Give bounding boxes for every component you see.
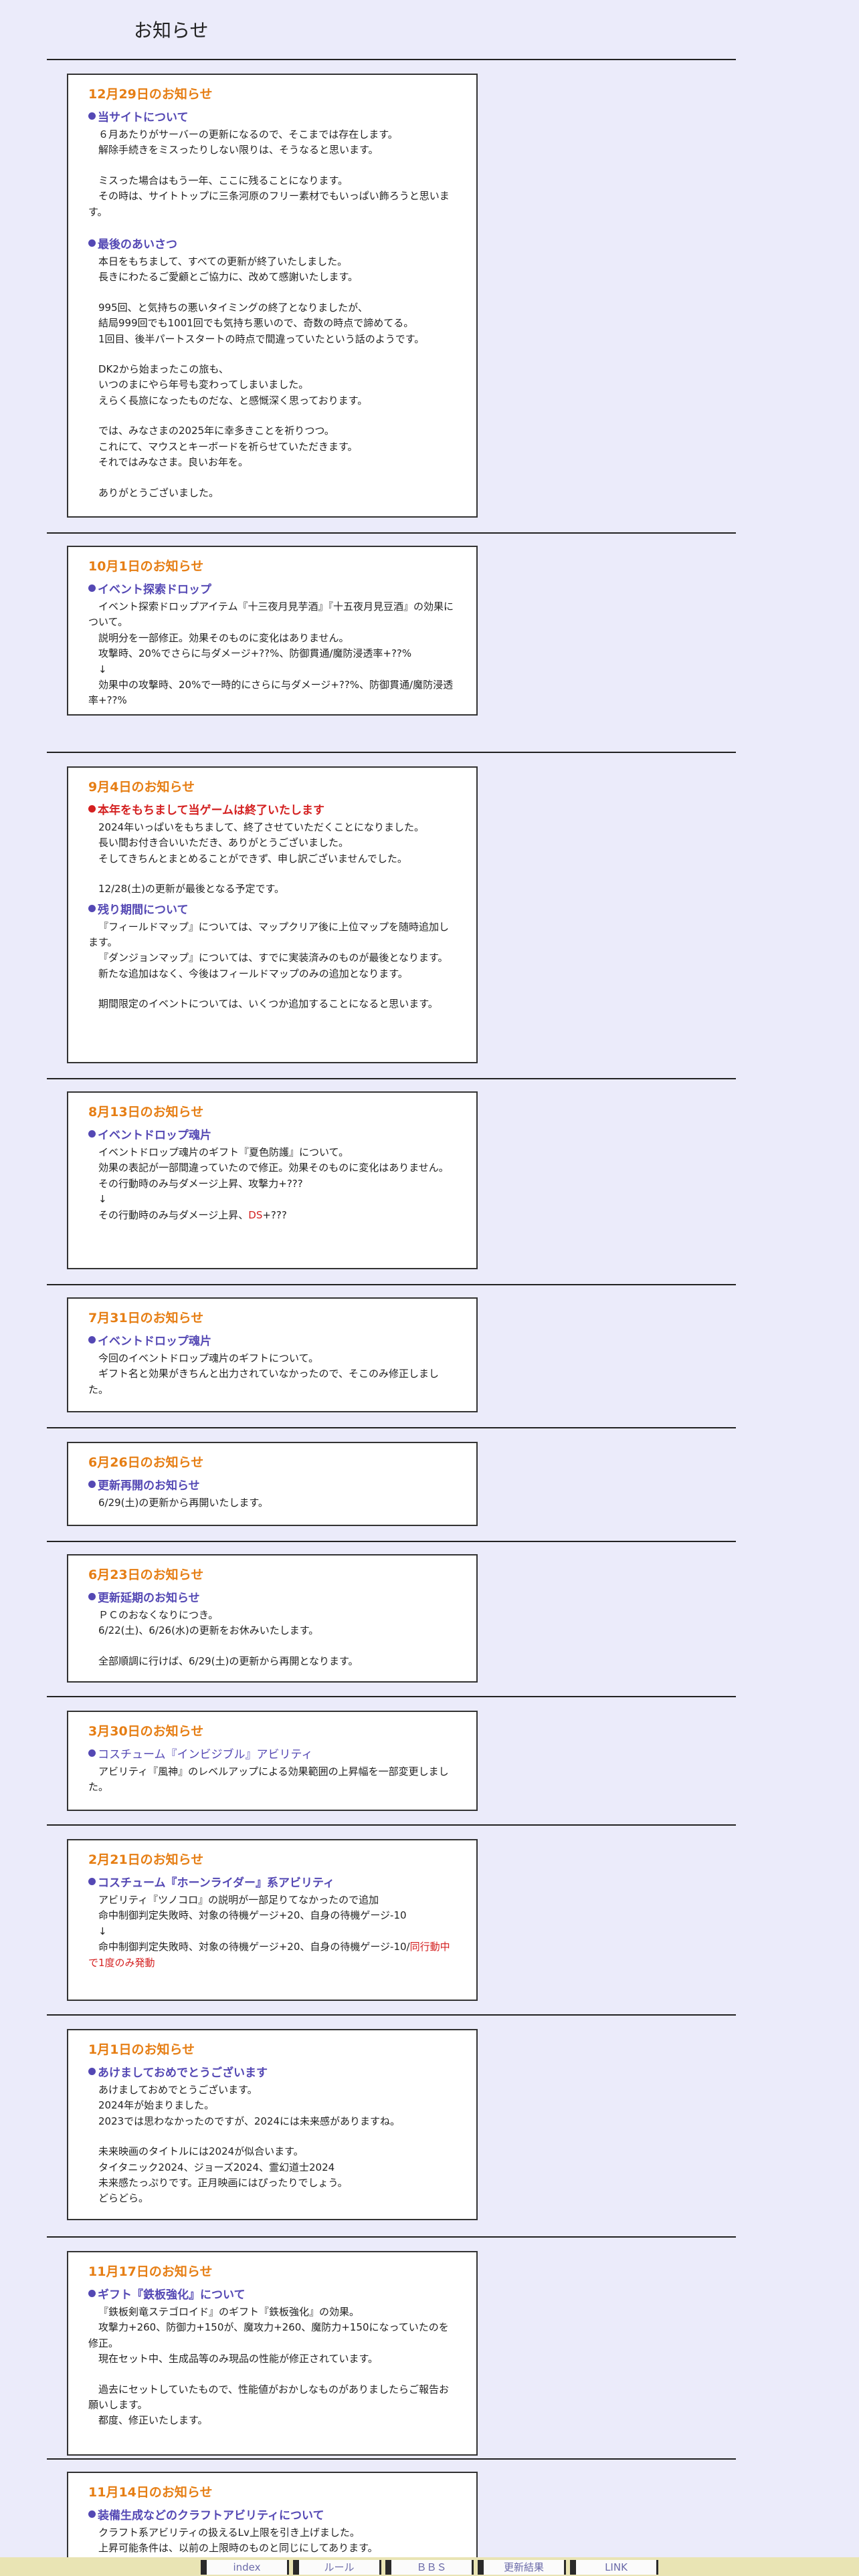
news-item-1229: 12月29日のお知らせ 当サイトについて ６月あたりがサーバーの更新になるので、… xyxy=(67,74,478,518)
news-paragraph: イベントドロップ魂片のギフト『夏色防護』について。 効果の表記が一部間違っていた… xyxy=(98,1146,449,1221)
news-paragraph: 995回、と気持ちの悪いタイミングの終了となりましたが、 結局999回でも100… xyxy=(98,301,425,345)
news-heading: 当サイトについて xyxy=(88,108,456,124)
news-item-0221: 2月21日のお知らせ コスチューム『ホーンライダー』系アビリティ アビリティ『ツ… xyxy=(67,1839,478,2001)
news-heading: ギフト『鉄板強化』について xyxy=(88,2285,456,2302)
news-date: 11月17日のお知らせ xyxy=(88,2264,213,2279)
news-item-0813: 8月13日のお知らせ イベントドロップ魂片 イベントドロップ魂片のギフト『夏色防… xyxy=(67,1091,478,1269)
bullet-icon xyxy=(88,2290,96,2297)
news-date: 7月31日のお知らせ xyxy=(88,1311,204,1325)
news-date: 3月30日のお知らせ xyxy=(88,1724,204,1739)
bullet-icon xyxy=(88,1130,96,1138)
news-paragraph: 『フィールドマップ』については、マップクリア後に上位マップを随時追加します。 『… xyxy=(88,920,449,980)
bullet-icon xyxy=(88,584,96,592)
separator xyxy=(47,532,736,534)
news-item-1001: 10月1日のお知らせ イベント探索ドロップ イベント探索ドロップアイテム『十三夜… xyxy=(67,546,478,716)
news-heading: イベント探索ドロップ xyxy=(88,580,456,597)
news-item-0330: 3月30日のお知らせ コスチューム『インビジブル』アビリティ アビリティ『風神』… xyxy=(67,1711,478,1811)
bullet-icon xyxy=(88,904,96,912)
news-date: 9月4日のお知らせ xyxy=(88,780,195,794)
news-date: 1月1日のお知らせ xyxy=(88,2042,195,2057)
news-date: 8月13日のお知らせ xyxy=(88,1105,204,1119)
separator xyxy=(47,59,736,60)
news-heading: 最後のあいさつ xyxy=(88,235,456,251)
news-date: 2月21日のお知らせ xyxy=(88,1852,204,1867)
bullet-icon xyxy=(88,1878,96,1885)
news-date: 6月26日のお知らせ xyxy=(88,1455,204,1470)
news-paragraph: クラフト系アビリティの扱えるLv上限を引き上げました。 上昇可能条件は、以前の上… xyxy=(98,2527,378,2555)
separator xyxy=(47,2458,736,2460)
news-date: 10月1日のお知らせ xyxy=(88,559,204,574)
bullet-icon xyxy=(88,239,96,247)
separator xyxy=(47,1078,736,1079)
bullet-icon xyxy=(88,1749,96,1757)
news-paragraph: DK2から始まったこの旅も、 いつのまにやら年号も変わってしまいました。 えらく… xyxy=(98,363,368,407)
news-heading: コスチューム『インビジブル』アビリティ xyxy=(88,1745,456,1761)
news-paragraph: ６月あたりがサーバーの更新になるので、そこまでは存在します。 解除手続きをミスっ… xyxy=(98,128,398,156)
news-paragraph: 本日をもちまして、すべての更新が終了いたしました。 長きにわたるご愛顧とご協力に… xyxy=(98,255,359,284)
bullet-icon xyxy=(88,1481,96,1488)
news-item-1117: 11月17日のお知らせ ギフト『鉄板強化』について 『鉄板剣竜ステゴロイド』のギ… xyxy=(67,2251,478,2456)
news-heading: イベントドロップ魂片 xyxy=(88,1331,456,1348)
page-title: お知らせ xyxy=(134,19,209,41)
bullet-icon xyxy=(88,112,96,120)
news-paragraph: 期間限定のイベントについては、いくつか追加することになると思います。 xyxy=(98,998,438,1010)
news-paragraph: あけましておめでとうございます。 2024年が始まりました。 2023では思わな… xyxy=(98,2084,401,2127)
news-heading: 装備生成などのクラフトアビリティについて xyxy=(88,2506,456,2523)
separator xyxy=(47,2014,736,2016)
nav-update-results[interactable]: 更新結果 xyxy=(478,2560,566,2575)
news-paragraph: アビリティ『風神』のレベルアップによる効果範囲の上昇幅を一部変更しました。 xyxy=(88,1765,449,1794)
news-heading: イベントドロップ魂片 xyxy=(88,1125,456,1142)
bullet-icon xyxy=(88,2068,96,2075)
news-date: 6月23日のお知らせ xyxy=(88,1568,204,1582)
news-heading: 残り期間について xyxy=(88,900,456,917)
news-item-0101: 1月1日のお知らせ あけましておめでとうございます あけましておめでとうございま… xyxy=(67,2029,478,2220)
nav-bbs[interactable]: ＢＢＳ xyxy=(385,2560,474,2575)
bullet-icon xyxy=(88,1593,96,1600)
news-heading: 更新延期のお知らせ xyxy=(88,1588,456,1605)
news-heading: 本年をもちまして当ゲームは終了いたします xyxy=(88,800,456,817)
separator xyxy=(47,1284,736,1285)
news-item-0731: 7月31日のお知らせ イベントドロップ魂片 今回のイベントドロップ魂片のギフトに… xyxy=(67,1297,478,1412)
separator xyxy=(47,1824,736,1826)
nav-index[interactable]: index xyxy=(201,2560,289,2575)
news-paragraph: イベント探索ドロップアイテム『十三夜月見芋酒』『十五夜月見豆酒』の効果について。… xyxy=(88,601,454,707)
bullet-icon xyxy=(88,805,96,813)
separator xyxy=(47,1427,736,1428)
separator xyxy=(47,1541,736,1542)
news-paragraph: 12/28(土)の更新が最後となる予定です。 xyxy=(98,883,284,895)
news-paragraph: 2024年いっぱいをもちまして、終了させていただくことになりました。 長い間お付… xyxy=(98,821,424,865)
news-paragraph: ミスった場合はもう一年、ここに残ることになります。 その時は、サイトトップに三条… xyxy=(88,174,450,218)
news-heading: あけましておめでとうございます xyxy=(88,2063,456,2080)
news-paragraph: ありがとうございました。 xyxy=(98,486,219,499)
bullet-icon xyxy=(88,1336,96,1344)
news-item-0626: 6月26日のお知らせ 更新再開のお知らせ 6/29(土)の更新から再開いたします… xyxy=(67,1442,478,1526)
nav-link[interactable]: LINK xyxy=(570,2560,658,2575)
news-date: 12月29日のお知らせ xyxy=(88,87,213,102)
separator xyxy=(47,2236,736,2238)
separator xyxy=(47,752,736,753)
bullet-icon xyxy=(88,2510,96,2518)
news-date: 11月14日のお知らせ xyxy=(88,2485,213,2500)
news-paragraph: 全部順調に行けば、6/29(土)の更新から再開となります。 xyxy=(98,1654,359,1667)
news-paragraph: 『鉄板剣竜ステゴロイド』のギフト『鉄板強化』の効果。 攻撃力+260、防御力+1… xyxy=(88,2306,449,2365)
news-item-0623: 6月23日のお知らせ 更新延期のお知らせ ＰＣのおなくなりにつき。 6/22(土… xyxy=(67,1554,478,1683)
news-paragraph: 6/29(土)の更新から再開いたします。 xyxy=(98,1497,268,1509)
nav-rules[interactable]: ルール xyxy=(293,2560,381,2575)
separator xyxy=(47,1696,736,1697)
news-paragraph: ＰＣのおなくなりにつき。 6/22(土)、6/26(水)の更新をお休みいたします… xyxy=(98,1609,319,1637)
news-paragraph: 未来映画のタイトルには2024が似合います。 タイタニック2024、ジョーズ20… xyxy=(98,2145,348,2205)
news-paragraph: 今回のイベントドロップ魂片のギフトについて。 ギフト名と効果がきちんと出力されて… xyxy=(88,1352,439,1396)
news-paragraph: アビリティ『ツノコロ』の説明が一部足りてなかったので追加 命中制御判定失敗時、対… xyxy=(88,1894,450,1969)
news-paragraph: では、みなさまの2025年に幸多きことを祈りつつ。 これにて、マウスとキーボード… xyxy=(98,425,358,469)
news-item-0904: 9月4日のお知らせ 本年をもちまして当ゲームは終了いたします 2024年いっぱい… xyxy=(67,766,478,1063)
news-heading: コスチューム『ホーンライダー』系アビリティ xyxy=(88,1873,456,1890)
news-paragraph: 過去にセットしていたもので、性能値がおかしなものがありましたらご報告お願いします… xyxy=(88,2383,449,2427)
news-heading: 更新再開のお知らせ xyxy=(88,1476,456,1493)
bottom-nav: index ルール ＢＢＳ 更新結果 LINK xyxy=(201,2560,662,2575)
